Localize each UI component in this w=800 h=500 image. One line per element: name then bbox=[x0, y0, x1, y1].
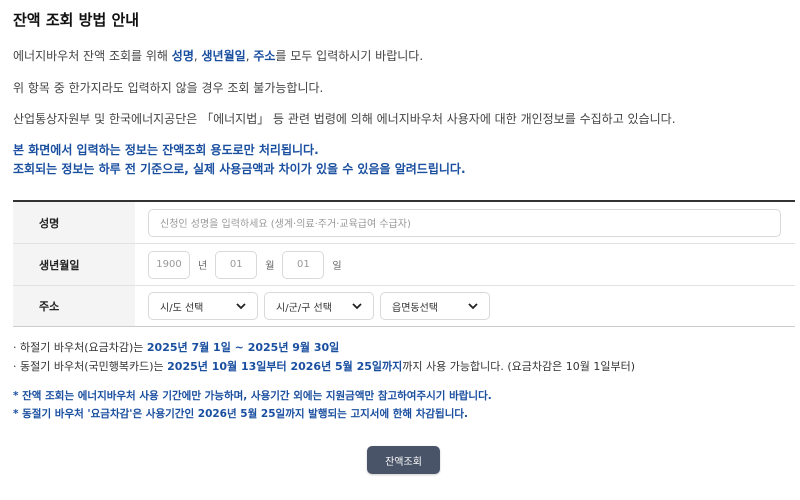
notice-period: * 잔액 조회는 에너지바우처 사용 기간에만 가능하며, 사용기간 외에는 지… bbox=[13, 390, 492, 402]
birth-year-unit: 년 bbox=[198, 261, 208, 272]
birth-month-unit: 월 bbox=[265, 261, 275, 272]
sido-select-value: 시/도 선택 bbox=[160, 302, 204, 314]
guide-text: 에너지바우처 잔액 조회를 위해 bbox=[13, 49, 172, 63]
note-text: · 동절기 바우처(국민행복카드)는 bbox=[13, 360, 168, 373]
page-title: 잔액 조회 방법 안내 bbox=[13, 11, 140, 29]
name-label: 성명 bbox=[13, 202, 135, 243]
summer-period: 2025년 7월 1일 ~ 2025년 9월 30일 bbox=[146, 341, 340, 354]
birth-day-input[interactable]: 01 bbox=[282, 250, 325, 279]
winter-period: 2025년 10월 13일부터 2026년 5월 25일까지 bbox=[167, 360, 403, 373]
guide-text: 를 모두 입력하시기 바랍니다. bbox=[275, 49, 424, 63]
guide-line-usage: 본 화면에서 입력하는 정보는 잔액조회 용도로만 처리됩니다. bbox=[13, 143, 319, 157]
form-row-address: 주소 시/도 선택 시/군/구 선택 읍면동선택 bbox=[13, 286, 795, 326]
birth-cell: 1900 년 01 월 01 일 bbox=[135, 244, 795, 285]
balance-search-button[interactable]: 잔액조회 bbox=[367, 446, 440, 474]
winter-voucher-note: · 동절기 바우처(국민행복카드)는 2025년 10월 13일부터 2026년… bbox=[13, 358, 635, 374]
sigungu-select-value: 시/군/구 선택 bbox=[276, 302, 332, 314]
address-label: 주소 bbox=[13, 286, 135, 326]
birth-year-input[interactable]: 1900 bbox=[148, 250, 190, 279]
birth-month-input[interactable]: 01 bbox=[215, 250, 258, 279]
note-text: 까지 사용 가능합니다. (요금차감은 10월 1일부터) bbox=[402, 360, 636, 373]
address-cell: 시/도 선택 시/군/구 선택 읍면동선택 bbox=[135, 286, 795, 326]
form-row-name: 성명 신청인 성명을 입력하세요 (생계·의료·주거·교육급여 수급자) bbox=[13, 202, 795, 244]
sido-select[interactable]: 시/도 선택 bbox=[148, 292, 258, 320]
chevron-down-icon bbox=[468, 303, 478, 310]
balance-form: 성명 신청인 성명을 입력하세요 (생계·의료·주거·교육급여 수급자) 생년월… bbox=[13, 200, 795, 327]
sigungu-select[interactable]: 시/군/구 선택 bbox=[264, 292, 374, 320]
guide-highlight-birth: 생년월일 bbox=[201, 49, 246, 63]
birth-day-unit: 일 bbox=[332, 261, 342, 272]
guide-line-privacy: 산업통상자원부 및 한국에너지공단은 「에너지법」 등 관련 법령에 의해 에너… bbox=[13, 112, 676, 126]
chevron-down-icon bbox=[352, 303, 362, 310]
guide-line-basis: 조회되는 정보는 하루 전 기준으로, 실제 사용금액과 차이가 있을 수 있음… bbox=[13, 162, 466, 176]
summer-voucher-note: · 하절기 바우처(요금차감)는 2025년 7월 1일 ~ 2025년 9월 … bbox=[13, 339, 339, 355]
eupmyeondong-select[interactable]: 읍면동선택 bbox=[380, 292, 490, 320]
guide-text: , bbox=[193, 49, 202, 63]
birth-label: 생년월일 bbox=[13, 244, 135, 285]
guide-line-required: 에너지바우처 잔액 조회를 위해 성명, 생년월일, 주소를 모두 입력하시기 … bbox=[13, 47, 423, 64]
guide-line-warning: 위 항목 중 한가지라도 입력하지 않을 경우 조회 불가능합니다. bbox=[13, 81, 324, 95]
chevron-down-icon bbox=[236, 303, 246, 310]
name-cell: 신청인 성명을 입력하세요 (생계·의료·주거·교육급여 수급자) bbox=[135, 202, 795, 243]
note-text: · 하절기 바우처(요금차감)는 bbox=[13, 341, 147, 354]
eupmyeondong-select-value: 읍면동선택 bbox=[392, 302, 438, 314]
guide-highlight-address: 주소 bbox=[253, 49, 276, 63]
form-row-birth: 생년월일 1900 년 01 월 01 일 bbox=[13, 244, 795, 286]
name-input[interactable]: 신청인 성명을 입력하세요 (생계·의료·주거·교육급여 수급자) bbox=[148, 208, 781, 237]
notice-deduction: * 동절기 바우처 '요금차감'은 사용기간인 2026년 5월 25일까지 발… bbox=[13, 408, 469, 420]
guide-highlight-name: 성명 bbox=[171, 49, 194, 63]
